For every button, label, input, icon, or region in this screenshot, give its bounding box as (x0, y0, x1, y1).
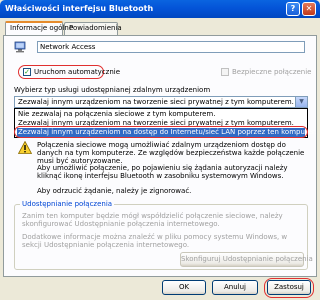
autostart-checkbox[interactable]: ✓ (23, 68, 31, 76)
selected-option-highlight (14, 126, 308, 138)
service-name-field[interactable]: Network Access (37, 41, 305, 53)
sharing-config-text: Zanim ten komputer będzie mógł współdzie… (22, 212, 283, 228)
configure-sharing-button[interactable]: Skonfiguruj Udostępnianie połączenia (180, 252, 313, 267)
service-type-label: Wybierz typ usługi udostępnianej zdalnym… (14, 86, 211, 94)
window-title: Właściwości interfejsu Bluetooth (5, 4, 154, 13)
secure-connection-checkbox[interactable] (221, 68, 229, 76)
cancel-button[interactable]: Anuluj (212, 280, 258, 295)
warning-icon (18, 141, 32, 154)
authorization-info-text: Aby umożliwić połączenie, po pojawieniu … (37, 164, 288, 180)
tab-general[interactable]: Informacje ogólne (5, 21, 73, 35)
close-button[interactable]: ✕ (302, 2, 316, 16)
reject-info-text: Aby odrzucić żądanie, należy je zignorow… (37, 187, 192, 195)
secure-connection-label: Bezpieczne połączenie (232, 68, 312, 76)
dropdown-option[interactable]: Nie zezwalaj na połączenia sieciowe z ty… (17, 110, 305, 119)
ok-button[interactable]: OK (162, 280, 206, 295)
network-icon (14, 41, 26, 53)
apply-button[interactable]: Zastosuj (267, 280, 311, 295)
sharing-help-text: Dodatkowe informacje można znaleźć w pli… (22, 233, 288, 249)
select-current-value: Zezwalaj innym urządzeniom na tworzenie … (18, 98, 294, 106)
service-type-select[interactable]: Zezwalaj innym urządzeniom na tworzenie … (14, 96, 308, 108)
autostart-label: Uruchom automatycznie (34, 68, 121, 76)
chevron-down-icon[interactable]: ▼ (295, 97, 307, 107)
connection-sharing-title: Udostępnianie połączenia (20, 200, 115, 208)
help-button[interactable]: ? (286, 2, 300, 16)
security-warning-text: Połączenia sieciowe mogą umożliwiać zdal… (37, 141, 305, 165)
